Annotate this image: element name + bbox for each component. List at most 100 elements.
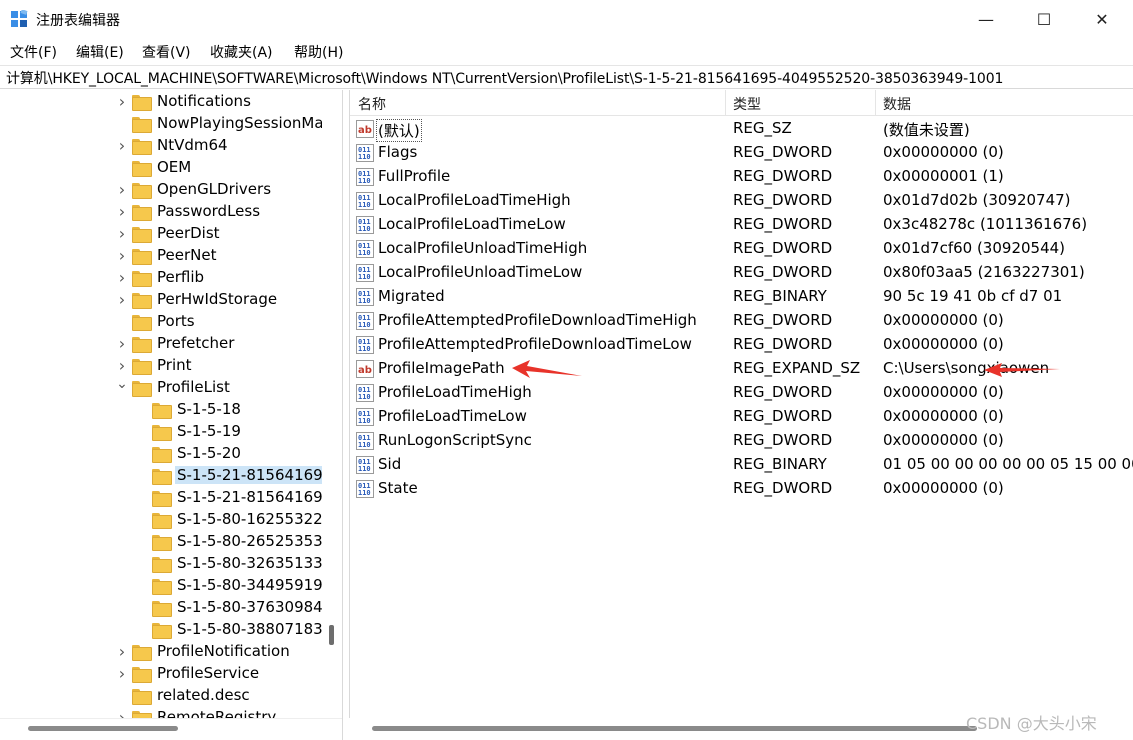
tree-node[interactable]: related.desc xyxy=(0,685,322,707)
chevron-right-icon[interactable]: › xyxy=(116,666,128,682)
tree-node[interactable]: › Notifications xyxy=(0,91,322,113)
chevron-right-icon[interactable]: › xyxy=(116,644,128,660)
svg-text:110: 110 xyxy=(358,177,371,185)
value-row[interactable]: 011 110 LocalProfileLoadTimeHigh REG_DWORD 0… xyxy=(350,189,1133,213)
address-bar[interactable]: 计算机\HKEY_LOCAL_MACHINE\SOFTWARE\Microsof… xyxy=(0,65,1133,89)
close-button[interactable]: ✕ xyxy=(1073,0,1131,38)
chevron-right-icon[interactable]: › xyxy=(116,336,128,352)
tree-node[interactable]: › RemoteRegistry xyxy=(0,707,322,718)
value-horizontal-scroll-thumb[interactable] xyxy=(372,726,977,731)
chevron-right-icon[interactable]: › xyxy=(116,270,128,286)
chevron-right-icon[interactable]: › xyxy=(116,710,128,719)
maximize-button[interactable]: ☐ xyxy=(1015,0,1073,38)
column-data-header[interactable]: 数据 xyxy=(883,94,911,114)
value-row[interactable]: 011 110 LocalProfileUnloadTimeLow REG_DWORD… xyxy=(350,261,1133,285)
tree-node[interactable]: S-1-5-18 xyxy=(0,399,322,421)
binary-value-icon: 011110 xyxy=(356,408,374,426)
binary-value-icon: 011110 xyxy=(356,264,374,282)
tree-node[interactable]: › Print xyxy=(0,355,322,377)
value-row[interactable]: 011 110 RunLogonScriptSync REG_DWORD 0x00000… xyxy=(350,429,1133,453)
column-type-header[interactable]: 类型 xyxy=(733,94,761,114)
tree-node[interactable]: Ports xyxy=(0,311,322,333)
tree-node[interactable]: S-1-5-80-16255322 xyxy=(0,509,322,531)
minimize-button[interactable]: — xyxy=(957,0,1015,38)
tree-vertical-scroll-thumb[interactable] xyxy=(329,625,334,645)
value-row[interactable]: 011 110 ProfileLoadTimeLow REG_DWORD 0x00000… xyxy=(350,405,1133,429)
svg-text:110: 110 xyxy=(358,321,371,329)
tree-node[interactable]: NowPlayingSessionMa xyxy=(0,113,322,135)
chevron-right-icon[interactable]: › xyxy=(116,94,128,110)
tree-node[interactable]: S-1-5-21-81564169 xyxy=(0,465,322,487)
tree-node[interactable]: › NtVdm64 xyxy=(0,135,322,157)
address-path[interactable]: 计算机\HKEY_LOCAL_MACHINE\SOFTWARE\Microsof… xyxy=(6,68,1003,88)
tree-node[interactable]: › Prefetcher xyxy=(0,333,322,355)
tree-node[interactable]: S-1-5-19 xyxy=(0,421,322,443)
value-list-pane[interactable]: 名称 类型 数据 ab (默认) REG_SZ (数值未设置) 011 110 Flags R… xyxy=(349,90,1133,740)
tree-vertical-scrollbar[interactable] xyxy=(322,90,342,718)
folder-icon xyxy=(152,403,172,419)
binary-value-icon: 011110 xyxy=(356,144,374,162)
folder-icon xyxy=(152,469,172,485)
tree-node[interactable]: › ProfileService xyxy=(0,663,322,685)
tree-node[interactable]: › PerHwIdStorage xyxy=(0,289,322,311)
svg-text:110: 110 xyxy=(358,297,371,305)
menu-file[interactable]: 文件(F) xyxy=(10,42,57,62)
chevron-right-icon[interactable]: › xyxy=(116,182,128,198)
menu-edit[interactable]: 编辑(E) xyxy=(76,42,124,62)
annotation-arrow-icon xyxy=(984,363,1060,377)
tree-node[interactable]: › ProfileNotification xyxy=(0,641,322,663)
binary-value-icon: 011110 xyxy=(356,336,374,354)
value-type: REG_DWORD xyxy=(733,239,833,257)
menu-help[interactable]: 帮助(H) xyxy=(294,42,343,62)
svg-text:110: 110 xyxy=(358,201,371,209)
menu-view[interactable]: 查看(V) xyxy=(142,42,191,62)
tree-node[interactable]: S-1-5-80-37630984 xyxy=(0,597,322,619)
chevron-right-icon[interactable]: › xyxy=(116,138,128,154)
tree-node[interactable]: ⌄ ProfileList xyxy=(0,377,322,399)
chevron-right-icon[interactable]: › xyxy=(116,204,128,220)
value-row[interactable]: 011 110 Sid REG_BINARY 01 05 00 00 00 00 00 … xyxy=(350,453,1133,477)
chevron-right-icon[interactable]: › xyxy=(116,226,128,242)
tree-node[interactable]: S-1-5-80-26525353 xyxy=(0,531,322,553)
value-row[interactable]: 011 110 LocalProfileLoadTimeLow REG_DWORD 0x… xyxy=(350,213,1133,237)
tree-node[interactable]: S-1-5-21-81564169 xyxy=(0,487,322,509)
tree-node[interactable]: › OpenGLDrivers xyxy=(0,179,322,201)
value-row[interactable]: 011 110 LocalProfileUnloadTimeHigh REG_DWOR… xyxy=(350,237,1133,261)
column-separator[interactable] xyxy=(875,90,876,116)
value-row[interactable]: ab (默认) REG_SZ (数值未设置) xyxy=(350,117,1133,142)
key-tree-pane[interactable]: › Notifications NowPlayingSessionMa › NtVdm6… xyxy=(0,90,343,740)
tree-node[interactable]: S-1-5-80-34495919 xyxy=(0,575,322,597)
chevron-right-icon[interactable]: › xyxy=(116,358,128,374)
tree-node-label: S-1-5-80-38807183 xyxy=(177,620,322,638)
value-type: REG_DWORD xyxy=(733,407,833,425)
folder-icon xyxy=(132,337,152,353)
tree-node[interactable]: OEM xyxy=(0,157,322,179)
tree-node[interactable]: S-1-5-20 xyxy=(0,443,322,465)
tree-node[interactable]: › Perflib xyxy=(0,267,322,289)
tree-horizontal-scroll-thumb[interactable] xyxy=(28,726,178,731)
value-row[interactable]: 011 110 ProfileLoadTimeHigh REG_DWORD 0x0000… xyxy=(350,381,1133,405)
value-row[interactable]: 011 110 Migrated REG_BINARY 90 5c 19 41 0b c… xyxy=(350,285,1133,309)
chevron-right-icon[interactable]: › xyxy=(116,248,128,264)
value-row[interactable]: 011 110 ProfileAttemptedProfileDownloadTim… xyxy=(350,333,1133,357)
chevron-right-icon[interactable]: › xyxy=(116,292,128,308)
value-type: REG_BINARY xyxy=(733,455,827,473)
tree-node[interactable]: S-1-5-80-38807183 xyxy=(0,619,322,641)
column-name-header[interactable]: 名称 xyxy=(358,94,386,114)
value-row[interactable]: 011 110 State REG_DWORD 0x00000000 (0) xyxy=(350,477,1133,501)
value-row[interactable]: 011 110 FullProfile REG_DWORD 0x00000001 (1) xyxy=(350,165,1133,189)
tree-node[interactable]: › PasswordLess xyxy=(0,201,322,223)
tree-node[interactable]: › PeerNet xyxy=(0,245,322,267)
tree-node[interactable]: › PeerDist xyxy=(0,223,322,245)
value-row[interactable]: 011 110 Flags REG_DWORD 0x00000000 (0) xyxy=(350,141,1133,165)
chevron-down-icon[interactable]: ⌄ xyxy=(116,377,128,391)
value-data: 0x00000000 (0) xyxy=(883,407,1004,425)
tree-node[interactable]: S-1-5-80-32635133 xyxy=(0,553,322,575)
binary-value-icon: 011110 xyxy=(356,456,374,474)
menu-favorites[interactable]: 收藏夹(A) xyxy=(210,42,273,62)
regedit-app-icon xyxy=(11,10,28,27)
column-separator[interactable] xyxy=(725,90,726,116)
svg-text:110: 110 xyxy=(358,393,371,401)
tree-node-label: S-1-5-80-16255322 xyxy=(177,510,322,528)
value-row[interactable]: 011 110 ProfileAttemptedProfileDownloadTim… xyxy=(350,309,1133,333)
